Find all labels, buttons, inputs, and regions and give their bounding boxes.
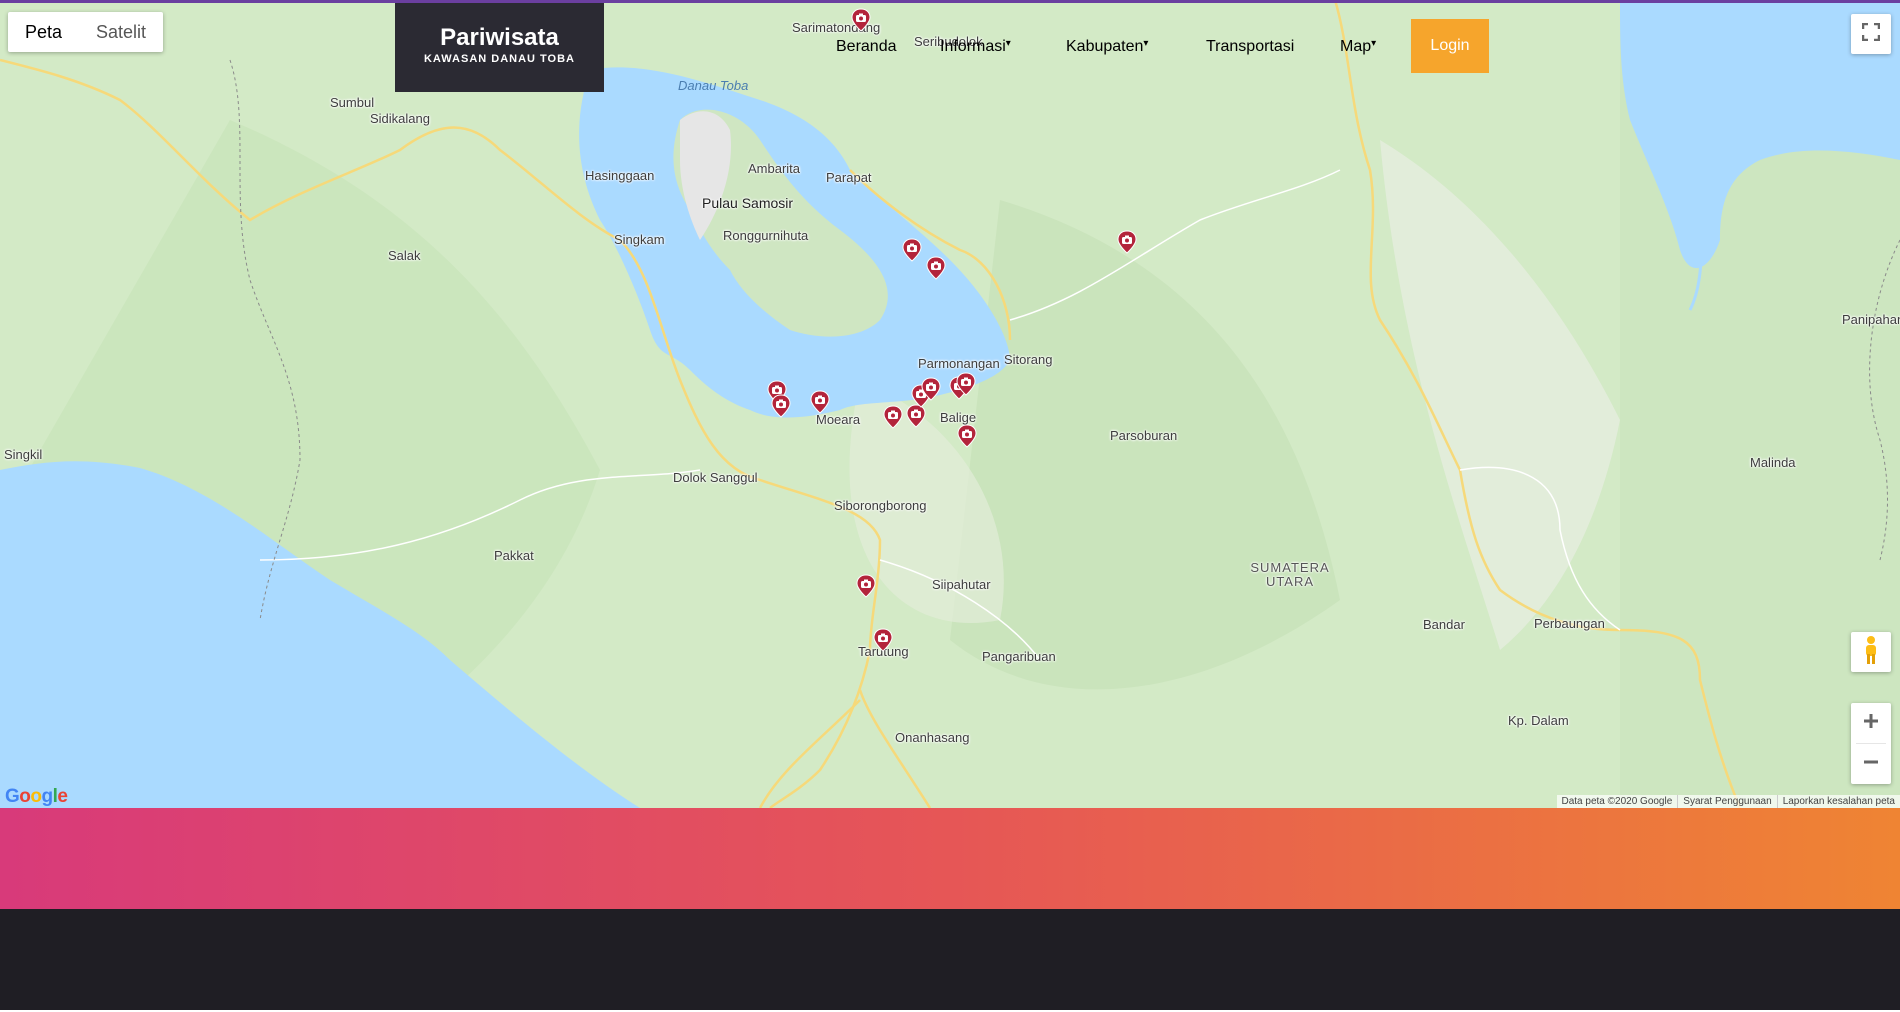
- map-type-peta-button[interactable]: Peta: [8, 12, 79, 52]
- nav-label: Beranda: [836, 38, 897, 55]
- fullscreen-icon: [1861, 22, 1881, 46]
- map-place-label: Parsoburan: [1110, 428, 1178, 443]
- nav-label: Informasi: [940, 38, 1006, 55]
- plus-icon: [1862, 712, 1880, 735]
- terms-link[interactable]: Syarat Penggunaan: [1677, 795, 1776, 808]
- map-place-label: Parmonangan: [918, 356, 1000, 371]
- map-place-label: Panipahan: [1842, 312, 1900, 327]
- map-place-label: Singkam: [614, 232, 665, 247]
- map-place-label: Balige: [940, 410, 977, 425]
- camera-marker-icon[interactable]: [955, 372, 977, 396]
- site-logo[interactable]: Pariwisata KAWASAN DANAU TOBA: [395, 3, 604, 92]
- street-view-pegman-button[interactable]: [1851, 632, 1891, 672]
- map-place-label: Sidikalang: [370, 111, 430, 126]
- page: Sarimatondang Seribudolok Sumbul Sidikalang…: [0, 0, 1900, 1012]
- map-place-label: Bandar: [1423, 617, 1465, 632]
- camera-marker-icon[interactable]: [809, 390, 831, 414]
- camera-marker-icon[interactable]: [920, 377, 942, 401]
- camera-marker-icon[interactable]: [901, 238, 923, 262]
- camera-marker-icon[interactable]: [882, 405, 904, 429]
- map-place-label: SUMATERA UTARA: [1250, 560, 1330, 589]
- nav-label: Transportasi: [1206, 38, 1295, 55]
- map-place-label: Hasinggaan: [585, 168, 655, 183]
- top-accent-line: [0, 0, 1900, 3]
- map-place-label: Salak: [388, 248, 421, 263]
- fullscreen-button[interactable]: [1851, 14, 1891, 54]
- brand-subtitle: KAWASAN DANAU TOBA: [423, 53, 576, 65]
- map-type-switch: Peta Satelit: [8, 12, 164, 52]
- map-place-label: Pangaribuan: [982, 649, 1056, 664]
- map-data-credit: Data peta ©2020 Google: [1561, 796, 1673, 807]
- camera-marker-icon[interactable]: [872, 628, 894, 652]
- report-error-link[interactable]: Laporkan kesalahan peta: [1776, 795, 1900, 808]
- chevron-down-icon: ▾: [1143, 38, 1149, 49]
- map-place-label: Singkil: [4, 447, 43, 462]
- map-place-label: Kp. Dalam: [1508, 713, 1569, 728]
- minus-icon: [1862, 753, 1880, 776]
- gradient-band: [0, 808, 1900, 909]
- nav-label: Map: [1340, 38, 1372, 55]
- nav-label: Kabupaten: [1066, 38, 1144, 55]
- brand-title: Pariwisata: [440, 24, 559, 51]
- map-place-label: Siipahutar: [932, 577, 991, 592]
- footer: [0, 909, 1900, 1010]
- camera-marker-icon[interactable]: [1116, 230, 1138, 254]
- map-type-satelit-button[interactable]: Satelit: [79, 12, 163, 52]
- camera-marker-icon[interactable]: [770, 394, 792, 418]
- map-place-label: Siborongborong: [834, 498, 927, 513]
- zoom-out-button[interactable]: [1851, 744, 1891, 784]
- nav-transportasi[interactable]: Transportasi: [1206, 38, 1294, 56]
- map-place-label: Sitorang: [1004, 352, 1053, 367]
- pegman-icon: [1862, 635, 1880, 670]
- nav-kabupaten[interactable]: Kabupaten ▾: [1066, 38, 1148, 56]
- nav-beranda[interactable]: Beranda: [836, 38, 897, 56]
- nav-informasi[interactable]: Informasi ▾: [940, 38, 1011, 56]
- map-place-label: Dolok Sanggul: [673, 470, 758, 485]
- map-place-label: Parapat: [826, 170, 872, 185]
- map-attribution: Data peta ©2020 Google Syarat Penggunaan…: [1556, 795, 1900, 808]
- map-place-label: Sumbul: [330, 95, 375, 110]
- zoom-control: [1851, 703, 1891, 784]
- google-logo[interactable]: Google: [5, 786, 68, 808]
- zoom-in-button[interactable]: [1851, 703, 1891, 743]
- map-place-label: Pulau Samosir: [702, 195, 794, 211]
- map-place-label: Malinda: [1750, 455, 1796, 470]
- chevron-down-icon: ▾: [1371, 38, 1377, 49]
- camera-marker-icon[interactable]: [850, 8, 872, 32]
- map-canvas[interactable]: Sarimatondang Seribudolok Sumbul Sidikalang…: [0, 0, 1900, 808]
- camera-marker-icon[interactable]: [855, 574, 877, 598]
- camera-marker-icon[interactable]: [925, 256, 947, 280]
- map-place-label: Danau Toba: [678, 78, 749, 93]
- camera-marker-icon[interactable]: [956, 424, 978, 448]
- login-button[interactable]: Login: [1411, 19, 1489, 73]
- map-place-label: Onanhasang: [895, 730, 970, 745]
- map-place-label: Perbaungan: [1534, 616, 1605, 631]
- map-place-label: Pakkat: [494, 548, 534, 563]
- map-place-label: Moeara: [816, 412, 861, 427]
- map-place-label: Ronggurnihuta: [723, 228, 809, 243]
- map-place-label: Ambarita: [748, 161, 801, 176]
- nav-map[interactable]: Map ▾: [1340, 38, 1376, 56]
- chevron-down-icon: ▾: [1005, 38, 1011, 49]
- map-base-layer: [0, 0, 1900, 808]
